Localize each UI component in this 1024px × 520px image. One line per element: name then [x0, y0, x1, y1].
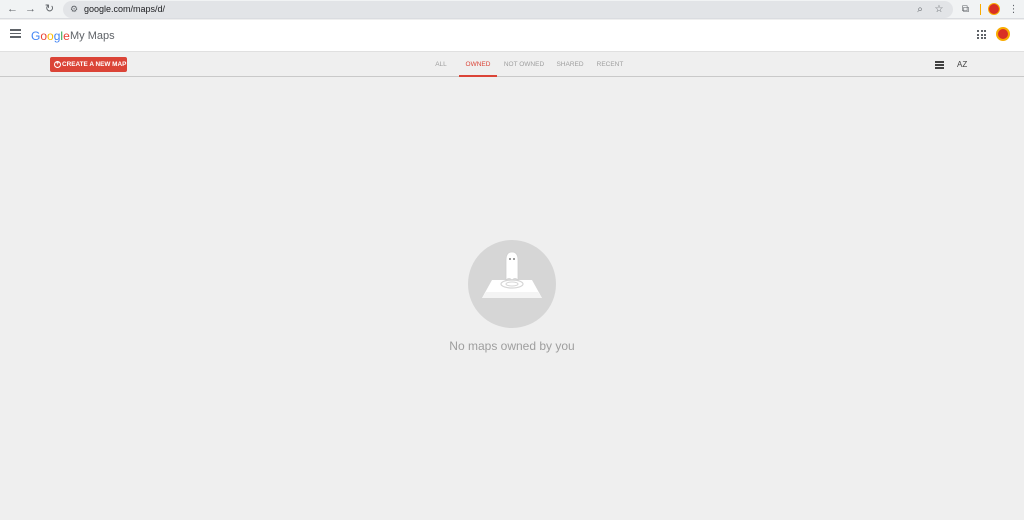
- product-name: My Maps: [70, 30, 115, 42]
- tab-shared[interactable]: SHARED: [554, 53, 586, 77]
- back-arrow-icon[interactable]: ←: [5, 2, 20, 17]
- site-info-icon[interactable]: ⚙: [70, 4, 80, 14]
- map-ghost-icon: [482, 251, 542, 298]
- tab-recent[interactable]: RECENT: [595, 53, 625, 77]
- account-avatar[interactable]: [996, 27, 1010, 41]
- empty-state-message: No maps owned by you: [449, 339, 575, 353]
- address-bar[interactable]: ⚙ google.com/maps/d/ ⌕ ☆: [63, 1, 953, 18]
- profile-avatar-icon[interactable]: [988, 3, 1000, 15]
- tab-all[interactable]: ALL: [432, 53, 450, 77]
- url-text[interactable]: google.com/maps/d/: [84, 3, 165, 16]
- maps-toolbar: ALL OWNED NOT OWNED SHARED RECENT + CREA…: [0, 53, 1024, 77]
- app-header: Google My Maps: [0, 20, 1024, 52]
- google-logo[interactable]: Google: [31, 28, 70, 44]
- list-view-icon[interactable]: [935, 61, 944, 69]
- tab-owned[interactable]: OWNED: [459, 53, 497, 77]
- sort-az-icon[interactable]: AZ: [957, 58, 967, 72]
- zoom-icon[interactable]: ⌕: [913, 3, 927, 17]
- forward-arrow-icon[interactable]: →: [23, 2, 38, 17]
- browser-menu-icon[interactable]: ⋮: [1006, 2, 1021, 17]
- create-map-button[interactable]: + CREATE A NEW MAP: [50, 57, 127, 72]
- browser-toolbar: ← → ↻ ⚙ google.com/maps/d/ ⌕ ☆ ⧉ ⋮: [0, 0, 1024, 19]
- filter-tabs: ALL OWNED NOT OWNED SHARED RECENT: [0, 53, 1024, 77]
- toolbar-divider: [980, 4, 981, 15]
- main-menu-icon[interactable]: [10, 29, 21, 38]
- create-map-label: CREATE A NEW MAP: [62, 61, 127, 68]
- apps-grid-icon[interactable]: [977, 30, 986, 39]
- empty-state-illustration: [468, 240, 556, 328]
- extensions-icon[interactable]: ⧉: [958, 2, 973, 17]
- bookmark-star-icon[interactable]: ☆: [932, 3, 946, 17]
- tab-not-owned[interactable]: NOT OWNED: [503, 53, 545, 77]
- add-map-icon: +: [54, 61, 61, 68]
- reload-icon[interactable]: ↻: [42, 2, 57, 17]
